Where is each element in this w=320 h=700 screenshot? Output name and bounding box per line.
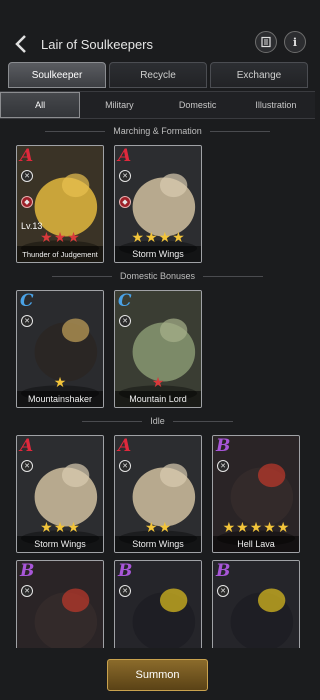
gold-star-icon: ★ xyxy=(263,519,276,535)
red-star-icon: ★ xyxy=(40,229,53,245)
grade-badge: B xyxy=(20,561,35,581)
soulkeeper-card[interactable]: A ✕ ◆ ★ ★ ★ ★ Storm Wings xyxy=(114,145,202,263)
filter-domestic[interactable]: Domestic xyxy=(159,92,237,118)
crossed-swords-icon: ✕ xyxy=(119,585,131,597)
section-label: Domestic Bonuses xyxy=(119,271,196,281)
gold-star-icon: ★ xyxy=(158,229,172,245)
filter-all[interactable]: All xyxy=(0,92,81,118)
filter-military[interactable]: Military xyxy=(80,92,158,118)
grade-badge: C xyxy=(20,291,34,311)
formation-icon: ◆ xyxy=(21,196,33,208)
star-rating: ★ ★ ★ xyxy=(17,520,103,534)
section-heading-marching: Marching & Formation xyxy=(0,124,315,138)
gold-star-icon: ★ xyxy=(144,519,158,535)
grade-badge: A xyxy=(118,146,132,166)
gold-star-icon: ★ xyxy=(131,229,144,245)
star-rating: ★ ★ ★ ★ xyxy=(115,230,201,244)
soulkeeper-card[interactable]: C ✕ ★ Mountainshaker xyxy=(16,290,104,408)
soulkeeper-card[interactable]: B ✕ ★ ★ ★ ★ ★ Hell Lava xyxy=(212,435,300,553)
star-rating: ★ ★ xyxy=(115,520,201,534)
star-rating: ★ xyxy=(115,375,201,389)
summon-button[interactable]: Summon xyxy=(107,659,208,691)
filter-tabs: All Military Domestic Illustration xyxy=(0,91,315,119)
soulkeeper-name: Storm Wings xyxy=(115,536,201,552)
info-icon: i xyxy=(292,35,298,49)
gold-star-icon: ★ xyxy=(249,519,263,535)
soulkeeper-name: Mountain Lord xyxy=(115,391,201,407)
formation-icon: ◆ xyxy=(119,196,131,208)
book-icon[interactable] xyxy=(255,31,277,53)
gold-star-icon: ★ xyxy=(222,519,236,535)
grade-badge: C xyxy=(118,291,132,311)
gold-star-icon: ★ xyxy=(144,229,158,245)
star-rating: ★ ★ ★ xyxy=(17,230,103,244)
tab-soulkeeper[interactable]: Soulkeeper xyxy=(8,62,106,88)
filter-illustration[interactable]: Illustration xyxy=(237,92,315,118)
red-star-icon: ★ xyxy=(151,374,165,390)
star-rating: ★ xyxy=(17,375,103,389)
gold-star-icon: ★ xyxy=(236,519,249,535)
grade-badge: B xyxy=(216,561,231,581)
soulkeeper-name: Mountainshaker xyxy=(17,391,103,407)
soulkeeper-name: Storm Wings xyxy=(17,536,103,552)
grade-badge: A xyxy=(20,436,34,456)
main-tabs: Soulkeeper Recycle Exchange xyxy=(8,62,308,88)
soulkeeper-card[interactable]: A ✕ ◆ Lv.13 ★ ★ ★ Thunder of Judgement xyxy=(16,145,104,263)
soulkeeper-card[interactable]: A ✕ ★ ★ Storm Wings xyxy=(114,435,202,553)
grade-badge: B xyxy=(216,436,231,456)
tab-recycle[interactable]: Recycle xyxy=(109,62,207,88)
page-title: Lair of Soulkeepers xyxy=(41,37,154,52)
crossed-swords-icon: ✕ xyxy=(119,460,131,472)
tab-exchange[interactable]: Exchange xyxy=(210,62,308,88)
grade-badge: A xyxy=(20,146,34,166)
gold-star-icon: ★ xyxy=(40,519,53,535)
chevron-left-icon[interactable] xyxy=(10,32,32,56)
soulkeeper-card[interactable]: C ✕ ★ Mountain Lord xyxy=(114,290,202,408)
crossed-swords-icon: ✕ xyxy=(217,585,229,597)
gold-star-icon: ★ xyxy=(276,519,290,535)
red-star-icon: ★ xyxy=(67,229,80,245)
soulkeeper-name: Storm Wings xyxy=(115,246,201,262)
soulkeeper-name: Hell Lava xyxy=(213,536,299,552)
soulkeeper-name: Thunder of Judgement xyxy=(17,246,103,262)
section-heading-domestic: Domestic Bonuses xyxy=(0,269,315,283)
crossed-swords-icon: ✕ xyxy=(217,460,229,472)
crossed-swords-icon: ✕ xyxy=(21,460,33,472)
crossed-swords-icon: ✕ xyxy=(119,315,131,327)
gold-star-icon: ★ xyxy=(53,374,67,390)
red-star-icon: ★ xyxy=(53,229,67,245)
crossed-swords-icon: ✕ xyxy=(21,315,33,327)
grade-badge: A xyxy=(118,436,132,456)
crossed-swords-icon: ✕ xyxy=(119,170,131,182)
crossed-swords-icon: ✕ xyxy=(21,585,33,597)
star-rating: ★ ★ ★ ★ ★ xyxy=(213,520,299,534)
gold-star-icon: ★ xyxy=(53,519,67,535)
gold-star-icon: ★ xyxy=(172,229,185,245)
section-label: Marching & Formation xyxy=(113,126,202,136)
section-heading-idle: Idle xyxy=(0,414,315,428)
header-bar: Lair of Soulkeepers i xyxy=(0,0,315,60)
gold-star-icon: ★ xyxy=(67,519,80,535)
gold-star-icon: ★ xyxy=(158,519,172,535)
section-label: Idle xyxy=(150,416,165,426)
crossed-swords-icon: ✕ xyxy=(21,170,33,182)
info-button[interactable]: i xyxy=(284,31,306,53)
grade-badge: B xyxy=(118,561,133,581)
soulkeeper-card[interactable]: A ✕ ★ ★ ★ Storm Wings xyxy=(16,435,104,553)
